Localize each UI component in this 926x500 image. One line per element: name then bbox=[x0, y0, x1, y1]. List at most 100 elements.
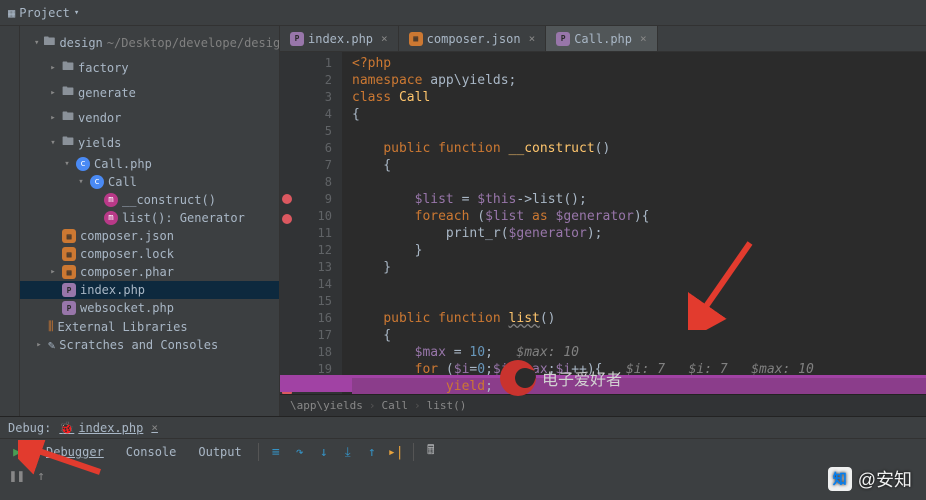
code-line[interactable]: yield; bbox=[352, 378, 926, 394]
code-line[interactable]: public function list() bbox=[352, 310, 926, 327]
code-line[interactable] bbox=[352, 276, 926, 293]
tree-item[interactable]: ▾cCall bbox=[20, 173, 279, 191]
line-number[interactable]: 7 bbox=[294, 157, 332, 174]
line-number[interactable]: 17 bbox=[294, 327, 332, 344]
evaluate-expression-button[interactable]: 🖩 bbox=[420, 441, 442, 463]
code-line[interactable]: foreach ($list as $generator){ bbox=[352, 208, 926, 225]
breadcrumb-segment[interactable]: list() bbox=[427, 399, 467, 412]
tree-item[interactable]: Pwebsocket.php bbox=[20, 299, 279, 317]
code-editor[interactable]: <?phpnamespace app\yields;class Call{ pu… bbox=[342, 52, 926, 394]
line-number[interactable]: 8 bbox=[294, 174, 332, 191]
tree-item[interactable]: ▾🖿yields bbox=[20, 130, 279, 155]
tree-item[interactable]: ▸🖿factory bbox=[20, 55, 279, 80]
output-tab[interactable]: Output bbox=[188, 445, 251, 459]
tree-item[interactable]: ▸🖿vendor bbox=[20, 105, 279, 130]
close-icon[interactable]: × bbox=[529, 32, 536, 45]
code-line[interactable]: public function __construct() bbox=[352, 140, 926, 157]
line-number[interactable]: 15 bbox=[294, 293, 332, 310]
line-number[interactable]: 18 bbox=[294, 344, 332, 361]
code-line[interactable] bbox=[352, 293, 926, 310]
breakpoint-icon[interactable] bbox=[282, 194, 292, 204]
stop-button[interactable]: ↑ bbox=[30, 465, 52, 487]
expand-arrow-icon[interactable]: ▾ bbox=[76, 177, 86, 187]
code-line[interactable]: { bbox=[352, 327, 926, 344]
line-number[interactable]: 11 bbox=[294, 225, 332, 242]
debug-session-name: index.php bbox=[78, 421, 143, 435]
code-line[interactable]: for ($i=0;$i<$max;$i++){ $i: 7 $i: 7 $ma… bbox=[352, 361, 926, 378]
code-line[interactable]: } bbox=[352, 259, 926, 276]
step-over-button[interactable]: ↷ bbox=[289, 441, 311, 463]
breakpoint-icon[interactable] bbox=[282, 214, 292, 224]
editor-tab[interactable]: PCall.php× bbox=[546, 26, 657, 51]
tree-item[interactable]: ▾🖿design ~/Desktop/develope/design bbox=[20, 30, 279, 55]
folder-icon: 🖿 bbox=[62, 107, 74, 128]
line-number[interactable]: 13 bbox=[294, 259, 332, 276]
code-line[interactable]: $max = 10; $max: 10 bbox=[352, 344, 926, 361]
tree-item[interactable]: m__construct() bbox=[20, 191, 279, 209]
code-line[interactable]: { bbox=[352, 106, 926, 123]
line-number[interactable]: 5 bbox=[294, 123, 332, 140]
line-number[interactable]: 3 bbox=[294, 89, 332, 106]
line-number[interactable]: 1 bbox=[294, 55, 332, 72]
editor-tab[interactable]: ▦composer.json× bbox=[399, 26, 547, 51]
expand-arrow-icon[interactable]: ▾ bbox=[62, 159, 72, 169]
breadcrumb[interactable]: \app\yields › Call › list() bbox=[280, 394, 926, 416]
expand-arrow-icon[interactable]: ▸ bbox=[48, 63, 58, 73]
close-icon[interactable]: × bbox=[151, 421, 158, 434]
line-number[interactable]: 6 bbox=[294, 140, 332, 157]
tree-item[interactable]: ▦composer.json bbox=[20, 227, 279, 245]
code-line[interactable]: namespace app\yields; bbox=[352, 72, 926, 89]
line-number-gutter[interactable]: 1234567891011121314151617181920212223 bbox=[294, 52, 342, 394]
line-number[interactable]: 14 bbox=[294, 276, 332, 293]
line-number[interactable]: 2 bbox=[294, 72, 332, 89]
code-line[interactable]: <?php bbox=[352, 55, 926, 72]
close-icon[interactable]: × bbox=[640, 32, 647, 45]
code-line[interactable] bbox=[352, 123, 926, 140]
tree-item[interactable]: ▾cCall.php bbox=[20, 155, 279, 173]
line-number[interactable]: 10 bbox=[294, 208, 332, 225]
run-to-cursor-button[interactable]: ▸| bbox=[385, 441, 407, 463]
code-line[interactable]: { bbox=[352, 157, 926, 174]
code-line[interactable]: } bbox=[352, 242, 926, 259]
debugger-tab[interactable]: Debugger bbox=[36, 445, 114, 459]
tool-window-bar-left[interactable] bbox=[0, 26, 20, 416]
code-line[interactable]: $list = $this->list(); bbox=[352, 191, 926, 208]
line-number[interactable]: 9 bbox=[294, 191, 332, 208]
force-step-into-button[interactable]: ⤓ bbox=[337, 441, 359, 463]
tree-item[interactable]: Pindex.php bbox=[20, 281, 279, 299]
step-out-button[interactable]: ↑ bbox=[361, 441, 383, 463]
console-tab[interactable]: Console bbox=[116, 445, 187, 459]
tree-item[interactable]: ⫼External Libraries bbox=[20, 317, 279, 336]
pause-button[interactable]: ❚❚ bbox=[6, 465, 28, 487]
tree-item-label: generate bbox=[78, 86, 136, 100]
expand-arrow-icon[interactable]: ▸ bbox=[34, 340, 44, 350]
show-execution-point-button[interactable]: ≡ bbox=[265, 441, 287, 463]
breadcrumb-segment[interactable]: \app\yields bbox=[290, 399, 363, 412]
code-line[interactable]: class Call bbox=[352, 89, 926, 106]
breakpoint-gutter[interactable] bbox=[280, 52, 294, 394]
code-line[interactable] bbox=[352, 174, 926, 191]
tree-item[interactable]: ▸✎Scratches and Consoles bbox=[20, 336, 279, 354]
line-number[interactable]: 4 bbox=[294, 106, 332, 123]
tree-item[interactable]: ▸🖿generate bbox=[20, 80, 279, 105]
resume-button[interactable]: ▶ bbox=[6, 441, 28, 463]
tree-item[interactable]: ▸▦composer.phar bbox=[20, 263, 279, 281]
step-into-button[interactable]: ↓ bbox=[313, 441, 335, 463]
expand-arrow-icon[interactable]: ▾ bbox=[48, 138, 58, 148]
expand-arrow-icon[interactable]: ▸ bbox=[48, 113, 58, 123]
code-line[interactable]: print_r($generator); bbox=[352, 225, 926, 242]
expand-arrow-icon[interactable]: ▾ bbox=[34, 38, 39, 48]
close-icon[interactable]: × bbox=[381, 32, 388, 45]
line-number[interactable]: 16 bbox=[294, 310, 332, 327]
expand-arrow-icon[interactable]: ▸ bbox=[48, 267, 58, 277]
project-tree[interactable]: ▾🖿design ~/Desktop/develope/design▸🖿fact… bbox=[20, 26, 280, 416]
tree-item[interactable]: ▦composer.lock bbox=[20, 245, 279, 263]
expand-arrow-icon[interactable]: ▸ bbox=[48, 88, 58, 98]
editor-tab[interactable]: Pindex.php× bbox=[280, 26, 399, 51]
debug-session-tab[interactable]: 🐞 index.php × bbox=[51, 421, 166, 435]
tree-item[interactable]: mlist(): Generator bbox=[20, 209, 279, 227]
line-number[interactable]: 12 bbox=[294, 242, 332, 259]
breadcrumb-segment[interactable]: Call bbox=[381, 399, 408, 412]
tree-item-label: External Libraries bbox=[58, 320, 188, 334]
project-dropdown[interactable]: ▦ Project ▾ bbox=[8, 6, 79, 20]
